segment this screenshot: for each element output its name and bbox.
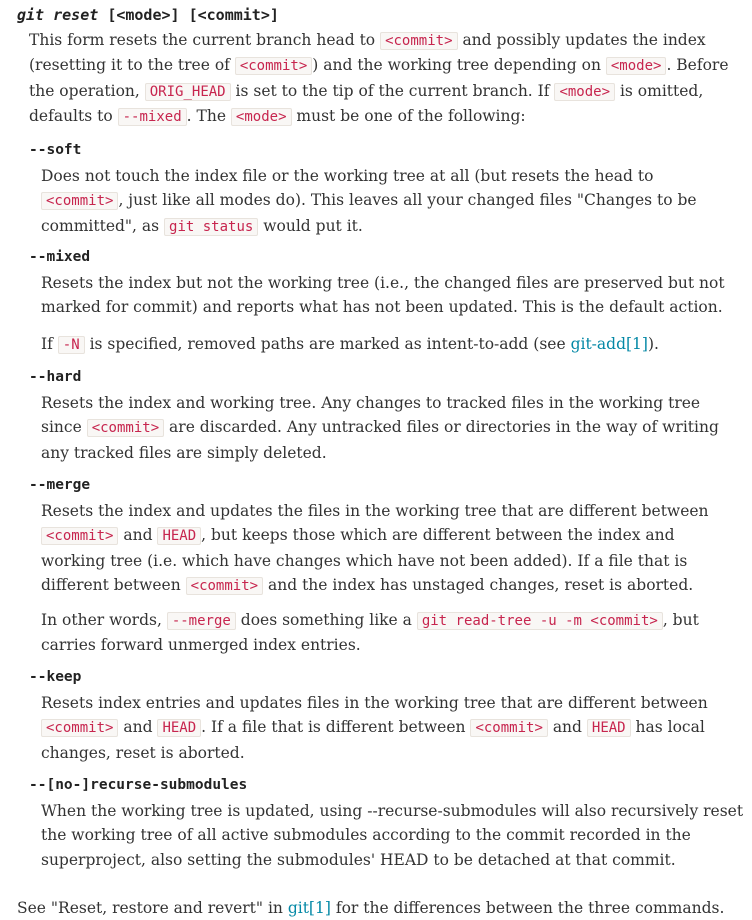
text: This form resets the current branch head… [29,31,381,49]
term-keep: --keep [29,669,82,685]
text: and [118,718,158,737]
code-head: HEAD [157,719,202,738]
text: In other words, [41,611,167,629]
recurse-description: When the working tree is updated, using … [41,802,744,869]
text: If [41,335,58,353]
text: does something like a [235,611,417,629]
term-recurse-submodules: --[no-]recurse-submodules [29,777,248,793]
text: ) and the working tree depending on [312,56,606,75]
code-head: HEAD [157,527,202,546]
text: would put it. [258,216,363,235]
git-link[interactable]: git[1] [288,899,331,917]
code-mode: <mode> [605,57,667,76]
code-commit: <commit> [234,57,313,76]
synopsis-heading: git reset [<mode>] [<commit>] [17,6,279,24]
code-commit: <commit> [470,719,548,738]
command-args: [<mode>] [<commit>] [107,6,279,24]
code-merge: --merge [166,612,236,630]
man-page: git reset [<mode>] [<commit>] This form … [0,0,752,918]
keep-description: Resets index entries and updates files i… [41,691,741,765]
soft-description: Does not touch the index file or the wor… [41,164,721,239]
term-merge: --merge [29,477,91,493]
text: Resets index entries and updates files i… [41,694,708,712]
merge-note: In other words, --merge does something l… [41,608,741,658]
mixed-note: If -N is specified, removed paths are ma… [41,332,741,357]
text: for the differences between the three co… [330,899,725,917]
command-name: git reset [17,6,99,24]
text: Resets the index and updates the files i… [41,502,709,520]
code-mode: <mode> [554,82,616,101]
text: and the index has unstaged changes, rese… [263,576,694,595]
text: Does not touch the index file or the wor… [41,167,654,185]
code-head: HEAD [586,719,631,738]
git-add-link[interactable]: git-add[1] [571,335,648,353]
term-hard: --hard [29,369,82,385]
code-git-status: git status [164,217,259,236]
text: . If a file that is different between [201,718,471,737]
merge-description: Resets the index and updates the files i… [41,499,721,599]
code-commit: <commit> [380,32,458,50]
code-mode: <mode> [230,108,292,127]
code-commit: <commit> [86,419,165,438]
text: See "Reset, restore and revert" in [17,899,288,917]
text: , just like all modes do). This leaves a… [41,191,697,235]
text: is specified, removed paths are marked a… [84,335,571,353]
code-orig-head: ORIG_HEAD [144,82,231,101]
term-mixed: --mixed [29,249,91,265]
text: and [547,718,587,737]
text: and [118,526,158,545]
text: must be one of the following: [291,107,526,126]
code-commit: <commit> [41,192,119,211]
footer-note: See "Reset, restore and revert" in git[1… [17,896,747,920]
hard-description: Resets the index and working tree. Any c… [41,391,741,465]
text: . The [186,107,231,126]
intro-paragraph: This form resets the current branch head… [29,28,741,130]
code-n-flag: -N [57,336,85,354]
mixed-description: Resets the index but not the working tre… [41,274,725,317]
code-commit: <commit> [185,577,264,596]
text: is set to the tip of the current branch.… [230,81,555,100]
code-commit: <commit> [41,527,119,546]
code-read-tree: git read-tree -u -m <commit> [416,612,663,630]
code-mixed: --mixed [117,108,187,127]
code-commit: <commit> [41,719,119,738]
text: ). [647,335,659,353]
term-soft: --soft [29,142,82,158]
